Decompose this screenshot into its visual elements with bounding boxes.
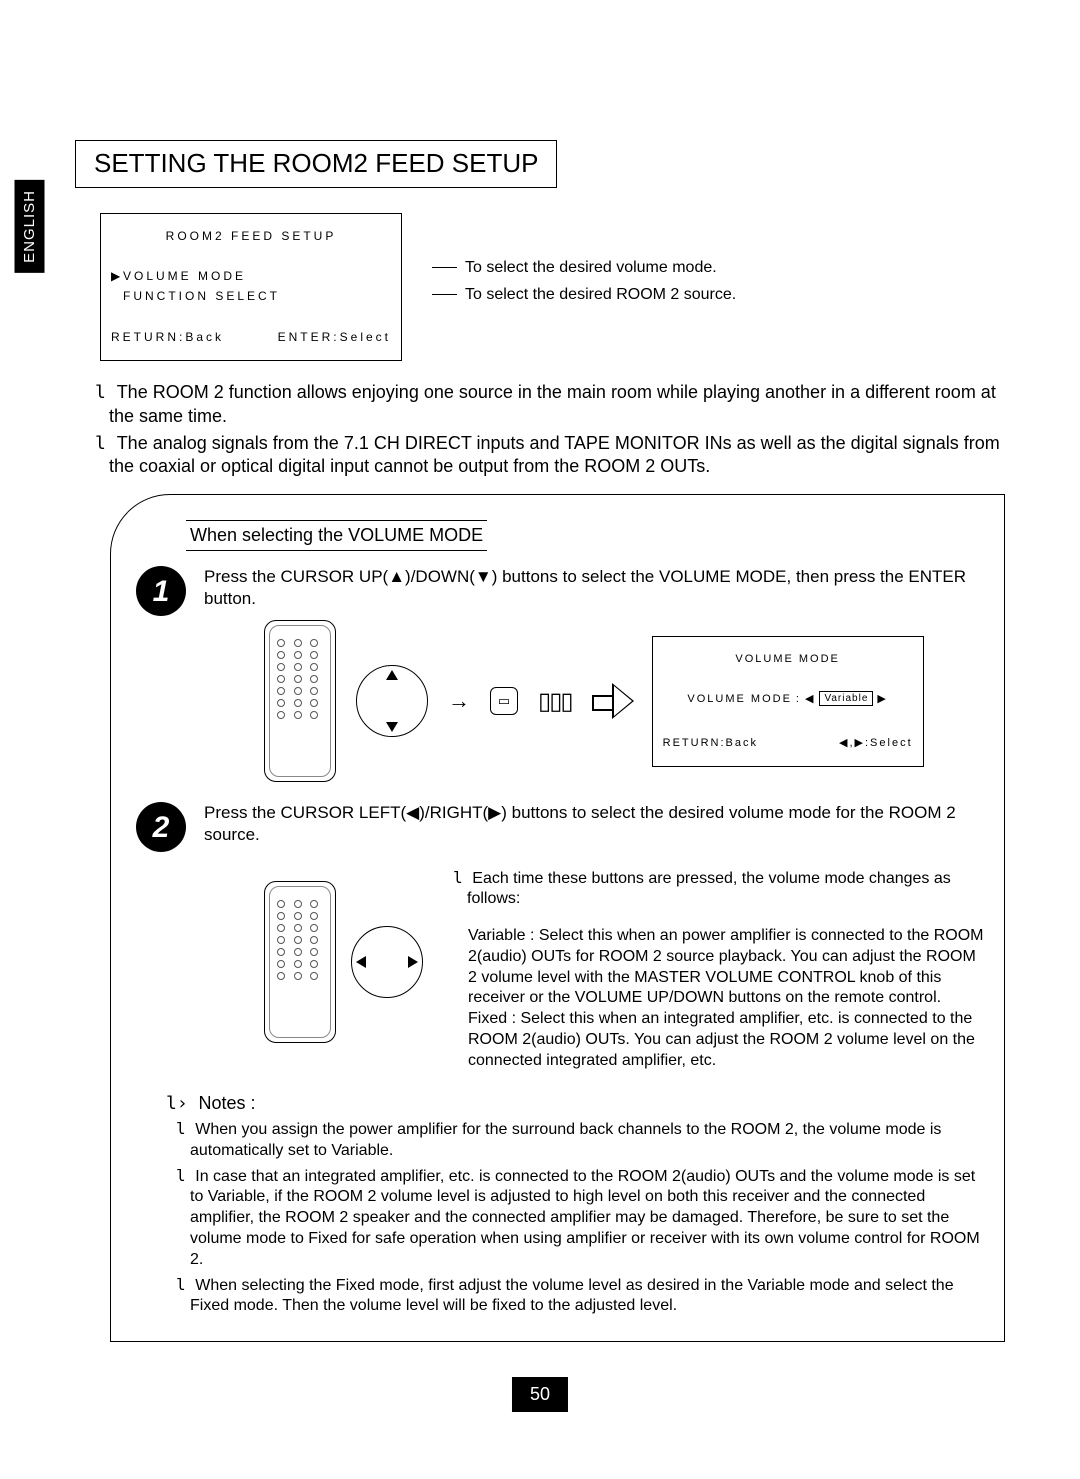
step-1: 1 Press the CURSOR UP(▲)/DOWN(▼) buttons… [136, 566, 984, 782]
step2-intro: Each time these buttons are pressed, the… [467, 868, 984, 911]
enter-button-icon: ▭ [490, 687, 518, 715]
intro-bullet: The analog signals from the 7.1 CH DIREC… [109, 432, 1005, 479]
osd2-footer-select: ◀,▶:Select [839, 736, 913, 750]
step-1-text: Press the CURSOR UP(▲)/DOWN(▼) buttons t… [204, 566, 984, 610]
osd2-title: VOLUME MODE [663, 652, 913, 666]
remote-icon [264, 881, 336, 1043]
arrow-right-icon: → [448, 687, 470, 716]
notes-header: Notes : [166, 1092, 984, 1115]
subsection-header: When selecting the VOLUME MODE [186, 520, 487, 551]
note-item: When selecting the Fixed mode, first adj… [190, 1275, 984, 1318]
step-number-badge: 2 [136, 802, 186, 852]
triangle-right-icon [408, 956, 418, 968]
osd-title: ROOM2 FEED SETUP [111, 229, 391, 245]
osd-screen-main: ROOM2 FEED SETUP ▶VOLUME MODE FUNCTION S… [100, 213, 402, 361]
osd2-row-sep: : [796, 692, 801, 706]
osd-screen-volume-mode: VOLUME MODE VOLUME MODE : ◀ Variable ▶ R… [652, 636, 924, 767]
step-2-text: Press the CURSOR LEFT(◀)/RIGHT(▶) button… [204, 802, 984, 846]
osd-footer-select: ENTER:Select [278, 330, 391, 346]
osd2-row-value: Variable [819, 691, 873, 706]
cursor-pad-icon [351, 926, 423, 998]
mode-variable-def: Variable : Select this when an power amp… [468, 926, 984, 1009]
label-function-select: To select the desired ROOM 2 source. [465, 286, 736, 303]
triangle-down-icon [386, 722, 398, 732]
steps-container: When selecting the VOLUME MODE 1 Press t… [110, 494, 1005, 1343]
triangle-up-icon [386, 670, 398, 680]
osd2-footer-back: RETURN:Back [663, 736, 758, 750]
cursor-icon: ▶ [111, 269, 123, 285]
note-item: When you assign the power amplifier for … [190, 1119, 984, 1162]
cursor-pad-icon [356, 665, 428, 737]
step-2: 2 Press the CURSOR LEFT(◀)/RIGHT(▶) butt… [136, 802, 984, 1071]
transition-icon: ▯▯▯ [538, 686, 572, 717]
leader-line [432, 267, 457, 268]
note-item: In case that an integrated amplifier, et… [190, 1166, 984, 1271]
triangle-right-icon: ▶ [877, 692, 887, 706]
leader-line [432, 294, 457, 295]
step-number-badge: 1 [136, 566, 186, 616]
label-volume-mode: To select the desired volume mode. [465, 259, 717, 276]
intro-bullet: The ROOM 2 function allows enjoying one … [109, 381, 1005, 428]
big-arrow-icon [592, 686, 632, 716]
osd-item-volume-mode: VOLUME MODE [123, 269, 246, 283]
remote-icon [264, 620, 336, 782]
triangle-left-icon [356, 956, 366, 968]
osd-item-function-select: FUNCTION SELECT [123, 289, 280, 303]
page-number: 50 [512, 1377, 568, 1412]
mode-fixed-def: Fixed : Select this when an integrated a… [468, 1009, 984, 1071]
osd-footer-back: RETURN:Back [111, 330, 224, 346]
osd2-row-label: VOLUME MODE [687, 692, 792, 706]
section-title: SETTING THE ROOM2 FEED SETUP [75, 140, 557, 188]
triangle-left-icon: ◀ [805, 692, 815, 706]
